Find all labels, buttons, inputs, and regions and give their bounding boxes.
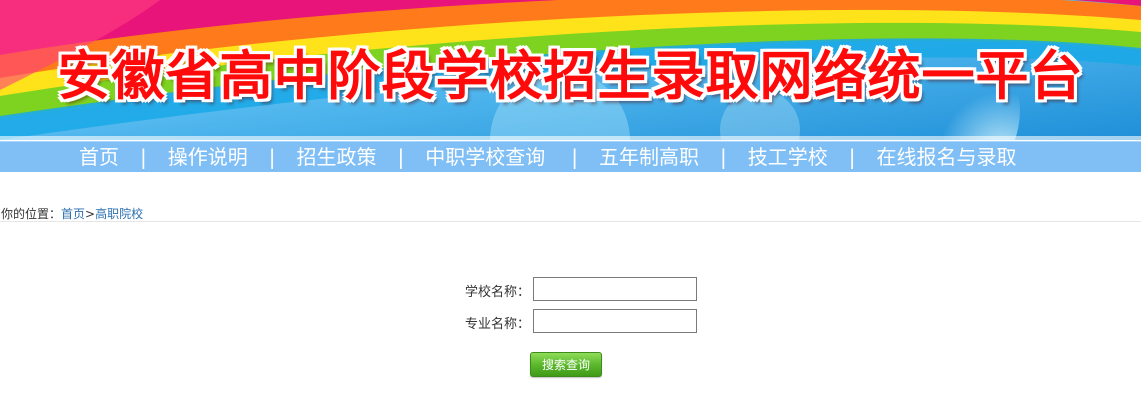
major-name-label: 专业名称： (464, 317, 530, 332)
nav-separator: | (397, 145, 405, 169)
header-banner: 安徽省高中阶段学校招生录取网络统一平台 (0, 0, 1141, 140)
nav-separator: | (571, 145, 578, 169)
breadcrumb-arrow: > (85, 207, 96, 221)
page: 安徽省高中阶段学校招生录取网络统一平台 首页 | 操作说明 | 招生政策 | 中… (0, 0, 1141, 405)
school-name-input[interactable] (533, 277, 697, 301)
nav-item-instructions[interactable]: 操作说明 (168, 142, 248, 172)
search-button[interactable]: 搜索查询 (530, 352, 602, 377)
major-name-input[interactable] (533, 309, 697, 333)
site-title: 安徽省高中阶段学校招生录取网络统一平台 (57, 46, 1084, 107)
nav-separator: | (268, 145, 276, 169)
nav-item-admission-policy[interactable]: 招生政策 (297, 142, 377, 172)
nav-item-vocational-school-search[interactable]: 中职学校查询 (425, 142, 545, 172)
school-name-label: 学校名称： (464, 285, 530, 300)
main-nav: 首页 | 操作说明 | 招生政策 | 中职学校查询 | 五年制高职 | 技工学校… (0, 141, 1141, 172)
nav-item-technical-school[interactable]: 技工学校 (748, 142, 828, 172)
nav-item-five-year-college[interactable]: 五年制高职 (599, 142, 699, 172)
breadcrumb-prefix: 你的位置： (1, 207, 62, 221)
breadcrumb-home-link[interactable]: 首页 (61, 207, 85, 221)
breadcrumb-current-link[interactable]: 高职院校 (95, 207, 143, 221)
breadcrumb: 你的位置：首页>高职院校 (1, 205, 143, 222)
nav-separator: | (720, 145, 727, 169)
nav-separator: | (140, 145, 147, 169)
nav-item-home[interactable]: 首页 (79, 142, 119, 172)
divider (0, 221, 1141, 222)
nav-separator: | (848, 145, 856, 169)
nav-item-online-registration[interactable]: 在线报名与录取 (877, 142, 1017, 172)
